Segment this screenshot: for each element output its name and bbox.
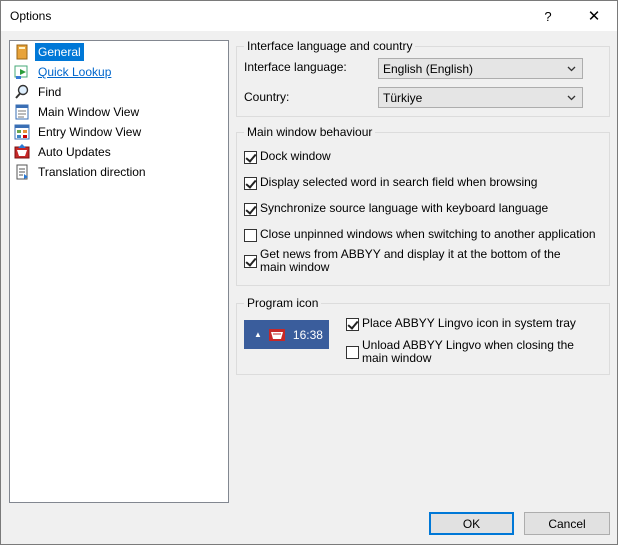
get-news-checkbox[interactable] (244, 255, 257, 268)
country-select[interactable]: Türkiye (378, 87, 583, 108)
tree-item-general[interactable]: General (14, 42, 84, 62)
close-button[interactable]: ✕ (571, 1, 617, 31)
place-tray-icon-option[interactable]: Place ABBYY Lingvo icon in system tray (346, 317, 596, 331)
find-icon (14, 84, 30, 100)
close-icon: ✕ (587, 8, 601, 25)
option-label: Display selected word in search field wh… (260, 175, 538, 189)
general-icon (14, 44, 30, 60)
tree-item-label: Entry Window View (38, 125, 142, 139)
tree-item-label: Main Window View (38, 105, 140, 119)
tree-item-label: Find (38, 85, 62, 99)
option-label: Dock window (260, 149, 331, 163)
display-selected-word-option[interactable]: Display selected word in search field wh… (244, 176, 604, 190)
title-bar: Options ? ✕ (1, 1, 617, 31)
get-news-option[interactable]: Get news from ABBYY and display it at th… (244, 248, 574, 274)
help-icon: ? (544, 8, 552, 24)
translation-direction-icon (14, 164, 30, 180)
tree-item-label: Translation direction (38, 165, 146, 179)
unload-lingvo-checkbox[interactable] (346, 346, 359, 359)
auto-updates-icon (14, 144, 30, 160)
interface-language-select[interactable]: English (English) (378, 58, 583, 79)
tray-arrow-icon: ▲ (254, 330, 262, 339)
place-tray-icon-checkbox[interactable] (346, 318, 359, 331)
interface-language-value: English (English) (383, 61, 474, 76)
tree-item-label: Quick Lookup (38, 65, 112, 79)
tree-item-label: General (35, 43, 84, 61)
group-title: Program icon (244, 296, 322, 310)
lingvo-tray-icon (268, 326, 286, 344)
tray-time: 16:38 (292, 327, 323, 342)
option-label: Get news from ABBYY and display it at th… (260, 247, 561, 274)
display-selected-word-checkbox[interactable] (244, 177, 257, 190)
country-label: Country: (244, 90, 290, 104)
category-tree[interactable]: General Quick Lookup Find Main Window Vi… (9, 40, 229, 503)
close-unpinned-windows-option[interactable]: Close unpinned windows when switching to… (244, 228, 604, 242)
cancel-button[interactable]: Cancel (524, 512, 610, 535)
synchronize-language-checkbox[interactable] (244, 203, 257, 216)
help-button[interactable]: ? (525, 1, 571, 31)
interface-language-label: Interface language: (244, 60, 347, 74)
synchronize-language-option[interactable]: Synchronize source language with keyboar… (244, 202, 604, 216)
tree-item-entry-window-view[interactable]: Entry Window View (14, 122, 144, 142)
tree-item-quick-lookup[interactable]: Quick Lookup (14, 62, 114, 82)
option-label: Unload ABBYY Lingvo when closing the mai… (362, 338, 574, 365)
country-value: Türkiye (383, 90, 423, 105)
tree-item-find[interactable]: Find (14, 82, 64, 102)
tray-preview: ▲ 16:38 (244, 320, 329, 349)
ok-button[interactable]: OK (429, 512, 514, 535)
option-label: Synchronize source language with keyboar… (260, 201, 549, 215)
group-title: Main window behaviour (244, 125, 376, 139)
close-unpinned-windows-checkbox[interactable] (244, 229, 257, 242)
options-dialog: Options ? ✕ General Quick Lookup Find Ma… (0, 0, 618, 545)
group-title: Interface language and country (244, 39, 416, 53)
dock-window-checkbox[interactable] (244, 151, 257, 164)
main-window-view-icon (14, 104, 30, 120)
tree-item-label: Auto Updates (38, 145, 111, 159)
dock-window-option[interactable]: Dock window (244, 150, 604, 164)
window-title: Options (10, 9, 52, 23)
chevron-down-icon (567, 95, 576, 101)
unload-lingvo-option[interactable]: Unload ABBYY Lingvo when closing the mai… (346, 339, 586, 365)
tree-item-main-window-view[interactable]: Main Window View (14, 102, 142, 122)
tree-item-auto-updates[interactable]: Auto Updates (14, 142, 114, 162)
entry-window-view-icon (14, 124, 30, 140)
chevron-down-icon (567, 66, 576, 72)
tree-item-translation-direction[interactable]: Translation direction (14, 162, 149, 182)
option-label: Place ABBYY Lingvo icon in system tray (362, 316, 576, 330)
option-label: Close unpinned windows when switching to… (260, 227, 596, 241)
quick-lookup-icon (14, 64, 30, 80)
